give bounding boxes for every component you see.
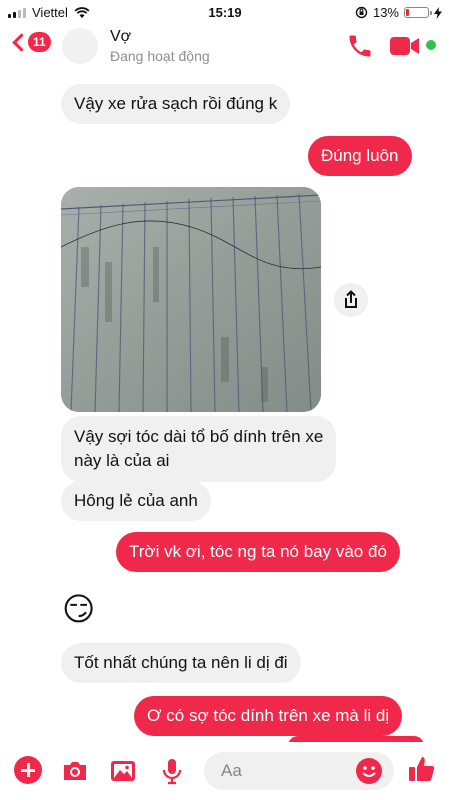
chevron-left-icon: [12, 32, 31, 52]
emoji-message[interactable]: 😏: [62, 590, 95, 628]
message-line: Vậy sợi tóc dài tổ bố dính trên xe: [74, 427, 324, 446]
message-composer: Aa: [0, 742, 450, 800]
message-sent[interactable]: Trời vk ơi, tóc ng ta nó bay vào đó: [116, 532, 400, 572]
unread-badge: 11: [28, 32, 51, 52]
message-input-placeholder: Aa: [221, 761, 242, 780]
avatar[interactable]: [62, 28, 98, 64]
message-line: này là của ai: [74, 451, 170, 470]
message-received[interactable]: Hông lẻ của anh: [61, 481, 211, 521]
video-call-icon[interactable]: [390, 36, 420, 56]
status-bar: Viettel 15:19 13%: [0, 0, 450, 24]
gallery-icon[interactable]: [108, 756, 138, 786]
message-received[interactable]: Vậy xe rửa sạch rồi đúng k: [61, 84, 291, 124]
message-received[interactable]: Vậy sợi tóc dài tổ bố dính trên xe này l…: [61, 416, 337, 482]
battery-percent: 13%: [372, 5, 399, 20]
message-sent[interactable]: Ơ có sợ tóc dính trên xe mà li dị: [134, 696, 403, 736]
battery-icon: [404, 7, 432, 18]
phone-icon[interactable]: [346, 32, 374, 60]
photo-attachment[interactable]: [61, 187, 321, 412]
share-button[interactable]: [334, 283, 368, 317]
back-button[interactable]: 11: [10, 32, 51, 52]
contact-status: Đang hoạt động: [110, 48, 210, 64]
online-status-icon: [426, 40, 436, 50]
share-icon: [345, 290, 357, 308]
rotation-lock-icon: [355, 6, 368, 19]
like-icon[interactable]: [406, 754, 436, 784]
message-received[interactable]: Tốt nhất chúng ta nên li dị đi: [61, 643, 301, 683]
emoji-icon[interactable]: [355, 757, 383, 785]
chat-header: 11 Vợ Đang hoạt động: [0, 24, 450, 68]
notebook-photo: [61, 187, 321, 412]
camera-icon[interactable]: [60, 756, 90, 786]
add-icon[interactable]: [14, 756, 42, 784]
microphone-icon[interactable]: [157, 756, 187, 786]
status-right: 13%: [355, 5, 442, 20]
message-sent[interactable]: Đúng luôn: [308, 136, 412, 176]
charging-icon: [434, 6, 442, 19]
contact-name[interactable]: Vợ: [110, 28, 131, 46]
